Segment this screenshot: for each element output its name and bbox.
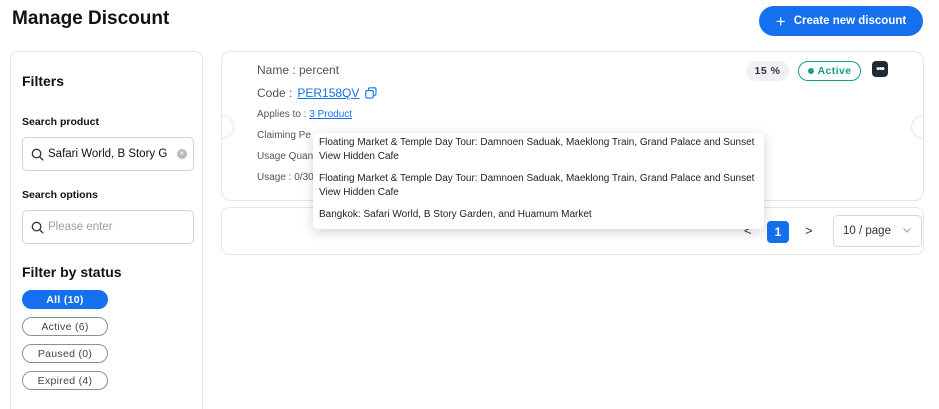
applies-to-row: Applies to : 3 Product: [257, 109, 352, 120]
search-product-value: Safari World, B Story G: [48, 148, 168, 160]
create-discount-label: Create new discount: [793, 15, 907, 27]
search-icon: [31, 148, 44, 161]
status-badge: Active: [798, 61, 861, 81]
discount-code-link[interactable]: PER158QV: [297, 86, 359, 100]
page-1-button[interactable]: 1: [767, 221, 789, 243]
ticket-notch: [911, 115, 923, 139]
search-icon: [31, 221, 44, 234]
chevron-down-icon: [903, 228, 911, 233]
status-dot-icon: [807, 68, 814, 74]
search-options-input[interactable]: Please enter: [22, 210, 194, 244]
clear-icon[interactable]: ×: [177, 149, 187, 159]
discount-code-row: Code : PER158QV: [257, 86, 377, 100]
applies-to-products-link[interactable]: 3 Product: [309, 109, 352, 120]
search-options-label: Search options: [22, 189, 98, 201]
usage-quantity: Usage Quan: [257, 151, 314, 162]
filter-by-status-title: Filter by status: [22, 264, 122, 280]
applies-to-products-popover: Floating Market & Temple Day Tour: Damno…: [313, 133, 764, 229]
create-discount-button[interactable]: + Create new discount: [759, 6, 923, 36]
product-list-item: Floating Market & Temple Day Tour: Damno…: [319, 173, 755, 198]
page-size-select[interactable]: 10 / page: [833, 215, 922, 247]
product-list-item: Bangkok: Safari World, B Story Garden, a…: [319, 209, 592, 220]
more-options-button[interactable]: •••: [872, 61, 888, 77]
discount-name: Name : percent: [257, 63, 340, 77]
copy-icon[interactable]: [365, 87, 377, 99]
status-filter-expired[interactable]: Expired (4): [22, 371, 108, 390]
applies-to-label: Applies to :: [257, 109, 307, 120]
ticket-notch: [222, 115, 234, 139]
usage-count: Usage : 0/30: [257, 172, 314, 183]
filters-title: Filters: [22, 73, 65, 89]
discount-percent-badge: 15 %: [746, 61, 789, 81]
next-page-button[interactable]: >: [805, 223, 813, 238]
code-label: Code :: [257, 86, 293, 100]
page-title: Manage Discount: [12, 8, 170, 29]
product-list-item: Floating Market & Temple Day Tour: Damno…: [319, 137, 755, 162]
filters-panel: Filters Search product Safari World, B S…: [10, 51, 203, 409]
status-filter-paused[interactable]: Paused (0): [22, 344, 108, 363]
status-filter-active[interactable]: Active (6): [22, 317, 108, 336]
search-product-input[interactable]: Safari World, B Story G ×: [22, 137, 194, 171]
status-badge-label: Active: [817, 65, 852, 77]
plus-icon: +: [775, 11, 786, 31]
claiming-period: Claiming Pe: [257, 130, 311, 141]
page-size-value: 10 / page: [843, 225, 891, 237]
search-product-label: Search product: [22, 116, 100, 128]
status-filter-all[interactable]: All (10): [22, 290, 108, 309]
search-options-placeholder: Please enter: [48, 221, 113, 233]
